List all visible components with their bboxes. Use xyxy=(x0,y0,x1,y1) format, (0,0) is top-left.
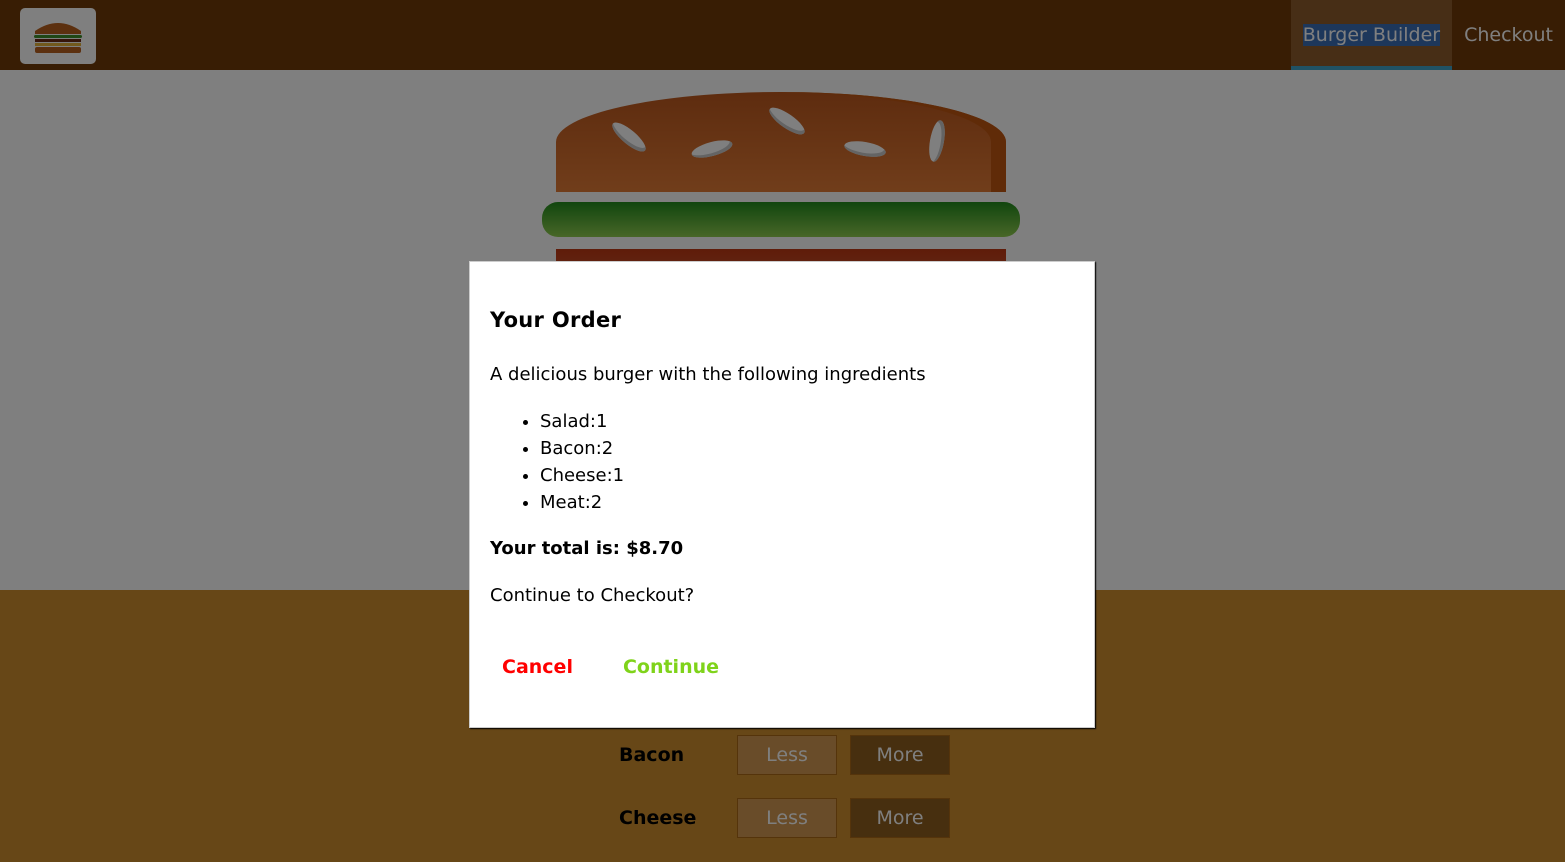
list-item: Salad:1 xyxy=(540,408,624,435)
order-summary-modal: Your Order A delicious burger with the f… xyxy=(469,261,1095,728)
checkout-question: Continue to Checkout? xyxy=(490,585,695,606)
list-item: Meat:2 xyxy=(540,489,624,516)
modal-description: A delicious burger with the following in… xyxy=(490,364,926,385)
modal-actions: Cancel Continue xyxy=(490,646,757,688)
cancel-button[interactable]: Cancel xyxy=(490,646,585,688)
order-total: Your total is: $8.70 xyxy=(490,538,684,559)
list-item: Bacon:2 xyxy=(540,435,624,462)
continue-button[interactable]: Continue xyxy=(611,646,731,688)
ingredient-list: Salad:1 Bacon:2 Cheese:1 Meat:2 xyxy=(490,408,624,516)
modal-title: Your Order xyxy=(490,308,622,332)
list-item: Cheese:1 xyxy=(540,462,624,489)
